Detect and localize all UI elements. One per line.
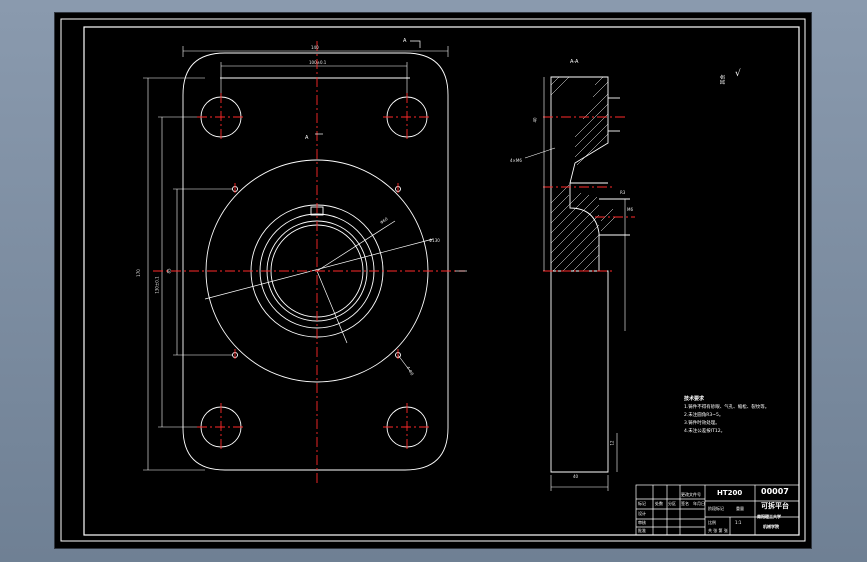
thread-note: M6: [627, 207, 633, 212]
title-school: 南阳理工大学: [757, 514, 781, 519]
tech-req-item-3: 3.铸件时效处理。: [684, 421, 720, 426]
dim-section-r: R3: [620, 190, 626, 195]
section-view: [550, 76, 630, 473]
title-scale: 1:1: [735, 520, 742, 525]
dim-section-bottom: 40: [573, 474, 579, 479]
section-dimensions: [524, 77, 626, 491]
view-label-a-top: A: [403, 38, 407, 44]
title-approver: 批准: [638, 528, 646, 533]
drawing-sheet: A A A-A 其余 √ 140 100±0.1 170 130±0.1 85 …: [55, 13, 811, 548]
dim-top-width: 140: [311, 45, 319, 50]
title-row-sign: 签名: [681, 501, 689, 506]
tech-req-item-1: 1.铸件不得有砂眼、气孔、缩松、裂纹等。: [684, 405, 770, 410]
tech-req-title: 技术要求: [684, 396, 705, 402]
dim-diameter-large: Φ130: [429, 238, 440, 243]
inner-border: [83, 26, 800, 536]
title-row-zone: 分区: [668, 501, 676, 506]
front-centerlines: [153, 41, 465, 483]
dim-left-height: 170: [135, 269, 141, 277]
front-dimensions: [143, 46, 449, 471]
title-sheet: 共 张 第 张: [708, 528, 728, 533]
tech-req-item-4: 4.未注公差按IT12。: [684, 429, 726, 434]
view-label-a-mid: A: [305, 135, 309, 141]
cad-canvas: [60, 18, 806, 542]
front-view: [182, 52, 449, 471]
section-label: A-A: [570, 59, 579, 65]
title-part-name: 可拆平台: [761, 502, 789, 510]
tech-req-item-2: 2.未注圆角R3~5。: [684, 413, 724, 418]
section-hatch: [550, 76, 616, 272]
title-dept: 机械学院: [763, 524, 779, 529]
dim-left-mid: 85: [166, 268, 172, 274]
title-material: HT200: [717, 489, 743, 497]
title-row-file: 更改文件号: [681, 492, 701, 497]
title-stage: 阶段标记: [708, 506, 724, 511]
roughness-note: 其余: [720, 74, 727, 85]
dim-left-inner: 130±0.1: [154, 276, 160, 294]
section-marks: [315, 40, 467, 272]
dim-top-inner: 100±0.1: [309, 60, 327, 65]
counterbore-note: 4×M6: [510, 158, 522, 163]
section-outline: [550, 76, 609, 473]
title-checker: 审核: [638, 520, 646, 525]
title-designer: 设计: [638, 511, 646, 516]
dim-side: 12: [609, 440, 615, 446]
title-row-date: 年月日: [693, 501, 705, 506]
title-scale-label: 比例: [708, 520, 716, 525]
dim-section-depth: 40: [532, 117, 538, 123]
title-drawing-no: 00007: [761, 487, 789, 496]
roughness-symbol-icon: √: [735, 69, 741, 79]
title-row-count: 处数: [655, 501, 663, 506]
title-row-mark: 标记: [638, 501, 646, 506]
title-weight: 重量: [736, 506, 744, 511]
